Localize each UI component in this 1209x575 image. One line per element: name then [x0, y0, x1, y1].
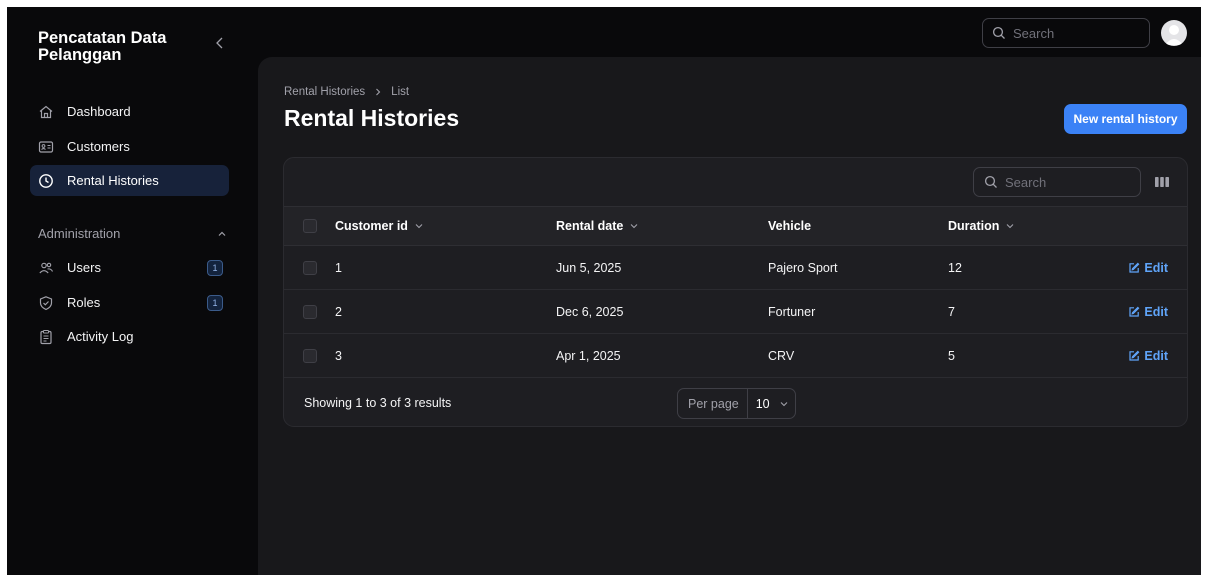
cell-vehicle: Pajero Sport — [768, 260, 838, 275]
table-footer: Showing 1 to 3 of 3 results Per page 10 — [284, 379, 1187, 426]
column-header-vehicle: Vehicle — [768, 207, 811, 245]
app-window: Pencatatan Data Pelanggan Dashboard Cust… — [7, 7, 1201, 575]
edit-icon — [1129, 306, 1140, 317]
cell-duration: 5 — [948, 348, 955, 363]
sidebar-item-roles[interactable]: Roles 1 — [30, 287, 229, 318]
edit-button[interactable]: Edit — [1128, 334, 1168, 377]
search-icon — [984, 175, 998, 189]
brand-title: Pencatatan Data Pelanggan — [38, 29, 167, 64]
global-search-input[interactable]: Search — [982, 18, 1150, 48]
count-badge: 1 — [207, 294, 223, 311]
sidebar-item-customers[interactable]: Customers — [30, 131, 229, 162]
cell-customer-id: 1 — [335, 260, 342, 275]
table-row: 3 Apr 1, 2025 CRV 5 Edit — [284, 334, 1187, 378]
edit-label: Edit — [1144, 304, 1168, 319]
edit-label: Edit — [1144, 260, 1168, 275]
shield-check-icon — [38, 295, 54, 311]
chevron-up-icon — [218, 231, 226, 236]
breadcrumb-current: List — [391, 86, 410, 98]
id-card-icon — [38, 139, 54, 155]
cell-rental-date: Jun 5, 2025 — [556, 260, 622, 275]
edit-button[interactable]: Edit — [1128, 290, 1168, 333]
sidebar-item-label: Rental Histories — [67, 173, 159, 188]
cell-rental-date: Dec 6, 2025 — [556, 304, 624, 319]
per-page-label: Per page — [678, 389, 748, 418]
cell-vehicle: Fortuner — [768, 304, 816, 319]
count-badge: 1 — [207, 259, 223, 276]
sidebar-item-activity-log[interactable]: Activity Log — [30, 321, 229, 352]
row-checkbox[interactable] — [303, 260, 317, 275]
chevron-down-icon — [1005, 221, 1015, 231]
chevron-down-icon — [780, 401, 788, 406]
chevron-right-icon — [376, 88, 381, 96]
column-header-label: Rental date — [556, 219, 624, 233]
sidebar-item-users[interactable]: Users 1 — [30, 252, 229, 283]
column-toggle-button[interactable] — [1154, 175, 1170, 189]
cell-duration: 12 — [948, 260, 962, 275]
column-header-duration[interactable]: Duration — [948, 207, 1015, 245]
search-placeholder: Search — [1013, 25, 1055, 41]
column-header-rental-date[interactable]: Rental date — [556, 207, 639, 245]
cell-duration: 7 — [948, 304, 955, 319]
table-header: Customer id Rental date Vehicle Duration — [284, 207, 1187, 246]
cell-vehicle: CRV — [768, 348, 795, 363]
table-search-input[interactable]: Search — [973, 167, 1141, 197]
column-header-customer-id[interactable]: Customer id — [335, 207, 424, 245]
cell-customer-id: 3 — [335, 348, 342, 363]
sidebar-item-dashboard[interactable]: Dashboard — [30, 96, 229, 127]
user-icon — [1165, 25, 1183, 45]
chevron-down-icon — [629, 221, 639, 231]
table-toolbar: Search — [284, 158, 1187, 207]
edit-icon — [1129, 350, 1140, 361]
clock-icon — [38, 173, 54, 189]
collapse-sidebar-button[interactable] — [212, 35, 228, 51]
breadcrumb: Rental Histories List — [284, 86, 409, 98]
sidebar-item-label: Customers — [67, 139, 130, 154]
users-icon — [38, 260, 54, 276]
group-label: Administration — [38, 226, 121, 241]
chevron-left-icon — [216, 37, 223, 49]
sidebar-item-label: Dashboard — [67, 104, 131, 119]
rental-histories-table: Search Customer id Rental date Vehicle D… — [283, 157, 1188, 427]
search-icon — [992, 26, 1006, 40]
columns-icon — [1155, 177, 1169, 187]
sidebar: Pencatatan Data Pelanggan Dashboard Cust… — [7, 7, 257, 575]
sidebar-item-label: Roles — [67, 295, 101, 310]
pagination-summary: Showing 1 to 3 of 3 results — [304, 396, 452, 410]
column-header-label: Vehicle — [768, 219, 812, 233]
select-all-checkbox[interactable] — [303, 219, 317, 233]
main-content: Rental Histories List Rental Histories N… — [258, 57, 1201, 575]
breadcrumb-link[interactable]: Rental Histories — [284, 86, 365, 98]
edit-icon — [1129, 262, 1140, 273]
page-title: Rental Histories — [284, 105, 460, 131]
new-rental-history-button[interactable]: New rental history — [1064, 104, 1187, 134]
cell-rental-date: Apr 1, 2025 — [556, 348, 621, 363]
row-checkbox[interactable] — [303, 348, 317, 363]
table-row: 1 Jun 5, 2025 Pajero Sport 12 Edit — [284, 246, 1187, 290]
table-row: 2 Dec 6, 2025 Fortuner 7 Edit — [284, 290, 1187, 334]
sidebar-item-rental-histories[interactable]: Rental Histories — [30, 165, 229, 196]
search-placeholder: Search — [1005, 174, 1047, 190]
per-page-value-wrap: 10 — [748, 397, 789, 411]
cell-customer-id: 2 — [335, 304, 342, 319]
sidebar-item-label: Users — [67, 260, 101, 275]
clipboard-icon — [38, 329, 54, 345]
column-header-label: Customer id — [335, 219, 408, 233]
edit-label: Edit — [1144, 348, 1168, 363]
per-page-value: 10 — [755, 396, 770, 411]
administration-group-toggle[interactable]: Administration — [38, 226, 228, 241]
per-page-select[interactable]: Per page 10 — [677, 388, 796, 419]
column-header-label: Duration — [948, 219, 1000, 233]
chevron-down-icon — [414, 221, 424, 231]
row-checkbox[interactable] — [303, 304, 317, 319]
sidebar-item-label: Activity Log — [67, 329, 134, 344]
user-avatar[interactable] — [1161, 20, 1187, 46]
edit-button[interactable]: Edit — [1128, 246, 1168, 289]
home-icon — [38, 104, 54, 120]
